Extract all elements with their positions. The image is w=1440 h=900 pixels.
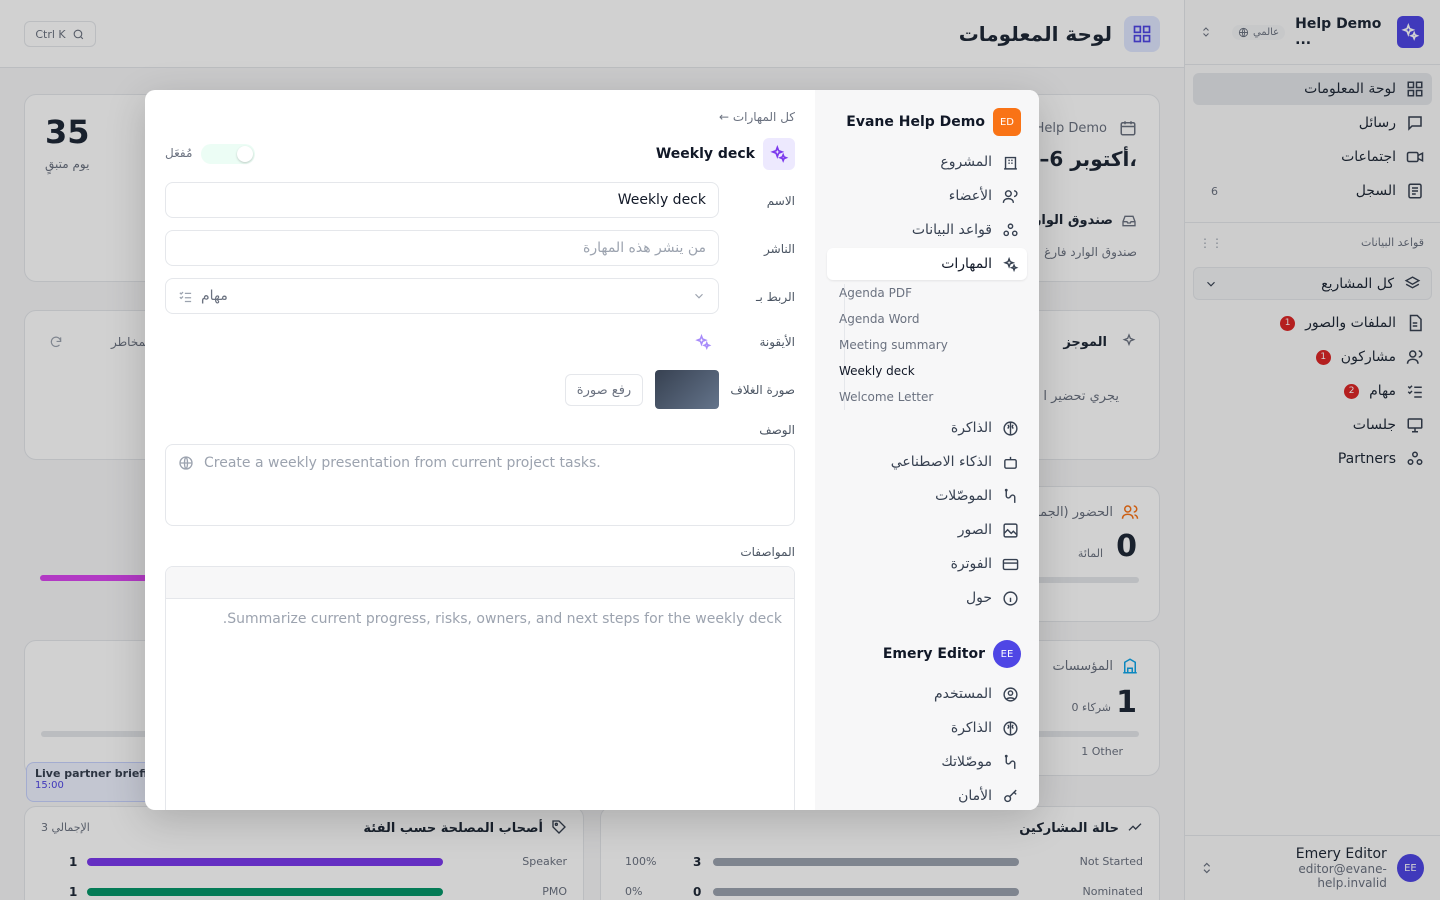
publisher-placeholder: من ينشر هذه المهارة (583, 240, 706, 256)
link-select[interactable]: مهام (165, 278, 719, 314)
skill-item[interactable]: Meeting summary (827, 338, 995, 352)
nav-label: الفوترة (950, 556, 992, 572)
org-name: Evane Help Demo (846, 114, 985, 130)
settings-modal: ED Evane Help Demo المشروع الأعضاء قواعد ا… (145, 90, 1039, 810)
enabled-toggle[interactable] (201, 144, 255, 164)
nav-label: المشروع (940, 154, 992, 170)
icon-label: الأيقونة (759, 335, 795, 349)
nav-label: المهارات (941, 256, 992, 272)
description-textarea[interactable]: Create a weekly presentation from curren… (165, 444, 795, 526)
nav-item-skills[interactable]: المهارات (827, 248, 1027, 280)
nav-item-connectors[interactable]: الموصّلات (827, 480, 1027, 512)
skill-sparkle-icon (763, 138, 795, 170)
skill-header: Weekly deck (656, 138, 795, 170)
org-header: ED Evane Help Demo (846, 108, 1021, 136)
nav-item-memory[interactable]: الذاكرة (827, 412, 1027, 444)
about-icon (1003, 590, 1018, 606)
skill-item[interactable]: Agenda Word (827, 312, 995, 326)
nav-label: الذاكرة (950, 420, 992, 436)
images-icon (1003, 522, 1018, 538)
description-label: الوصف (759, 423, 795, 437)
connectors-icon (1004, 754, 1016, 769)
nav-label: موصّلاتك (941, 754, 992, 770)
nav-item-billing[interactable]: الفوترة (827, 548, 1027, 580)
publisher-input[interactable]: من ينشر هذه المهارة (165, 230, 719, 266)
memory-icon (1003, 420, 1018, 436)
skill-item[interactable]: Welcome Letter (827, 390, 995, 404)
project-icon (1004, 156, 1017, 170)
nav-label: الذكاء الاصطناعي (890, 454, 992, 470)
cover-label: صورة الغلاف (730, 383, 795, 397)
skill-item[interactable]: Agenda PDF (827, 286, 995, 300)
nav-item-user-connectors[interactable]: موصّلاتك (827, 746, 1027, 778)
skills-icon (1003, 256, 1019, 272)
nav-label: الذاكرة (950, 720, 992, 736)
nav-item-ai[interactable]: الذكاء الاصطناعي (827, 446, 1027, 478)
nav-label: حول (965, 590, 992, 606)
nav-item-images[interactable]: الصور (827, 514, 1027, 546)
security-icon (1004, 789, 1017, 802)
publisher-label: الناشر (764, 242, 795, 256)
enabled-label: مُفعَل (165, 146, 193, 160)
spec-placeholder: Summarize current progress, risks, owner… (222, 611, 782, 627)
billing-icon (1002, 558, 1019, 570)
nav-label: الأعضاء (948, 188, 992, 204)
link-label: الربط بـ (755, 290, 795, 304)
nav-item-user-user[interactable]: المستخدم (827, 678, 1027, 710)
nav-item-about[interactable]: حول (827, 582, 1027, 614)
nav-item-user-security[interactable]: الأمان (827, 780, 1027, 810)
nav-label: الموصّلات (935, 488, 992, 504)
nav-label: المستخدم (933, 686, 992, 702)
chevron-down-icon (695, 293, 703, 299)
nav-item-project[interactable]: المشروع (827, 146, 1027, 178)
icon-picker-sparkle-icon[interactable] (694, 333, 712, 351)
nav-item-members[interactable]: الأعضاء (827, 180, 1027, 212)
connectors-icon (1004, 488, 1016, 503)
user-header: EE Emery Editor (883, 640, 1021, 668)
org-avatar: ED (993, 108, 1021, 136)
user-avatar: EE (993, 640, 1021, 668)
globe-icon[interactable] (178, 455, 194, 471)
nav-label: الأمان (958, 788, 992, 804)
nav-label: الصور (957, 522, 992, 538)
ai-icon (1004, 456, 1017, 469)
name-value: Weekly deck (617, 192, 706, 208)
description-placeholder: Create a weekly presentation from curren… (204, 455, 601, 471)
databases-icon (1003, 222, 1018, 236)
nav-item-user-memory[interactable]: الذاكرة (827, 712, 1027, 744)
settings-nav: ED Evane Help Demo المشروع الأعضاء قواعد ا… (815, 90, 1039, 810)
back-link[interactable]: ← كل المهارات (719, 110, 795, 124)
spec-toolbar (166, 567, 794, 599)
members-icon (1002, 189, 1018, 203)
nav-item-databases[interactable]: قواعد البيانات (827, 214, 1027, 246)
toggle-knob (237, 146, 253, 162)
user-icon (1003, 686, 1018, 702)
spec-label: المواصفات (740, 545, 795, 559)
name-input[interactable]: Weekly deck (165, 182, 719, 218)
user-name: Emery Editor (882, 646, 985, 662)
name-label: الاسم (766, 194, 795, 208)
link-value: مهام (201, 288, 228, 304)
cover-preview (655, 370, 719, 409)
spec-editor[interactable]: Summarize current progress, risks, owner… (165, 566, 795, 810)
skill-title: Weekly deck (655, 146, 755, 162)
memory-icon (1003, 720, 1018, 736)
nav-label: قواعد البيانات (911, 222, 992, 238)
upload-image-button[interactable]: رفع صورة (565, 374, 643, 406)
checklist-icon (179, 291, 192, 302)
skill-item[interactable]: Weekly deck (827, 364, 995, 378)
